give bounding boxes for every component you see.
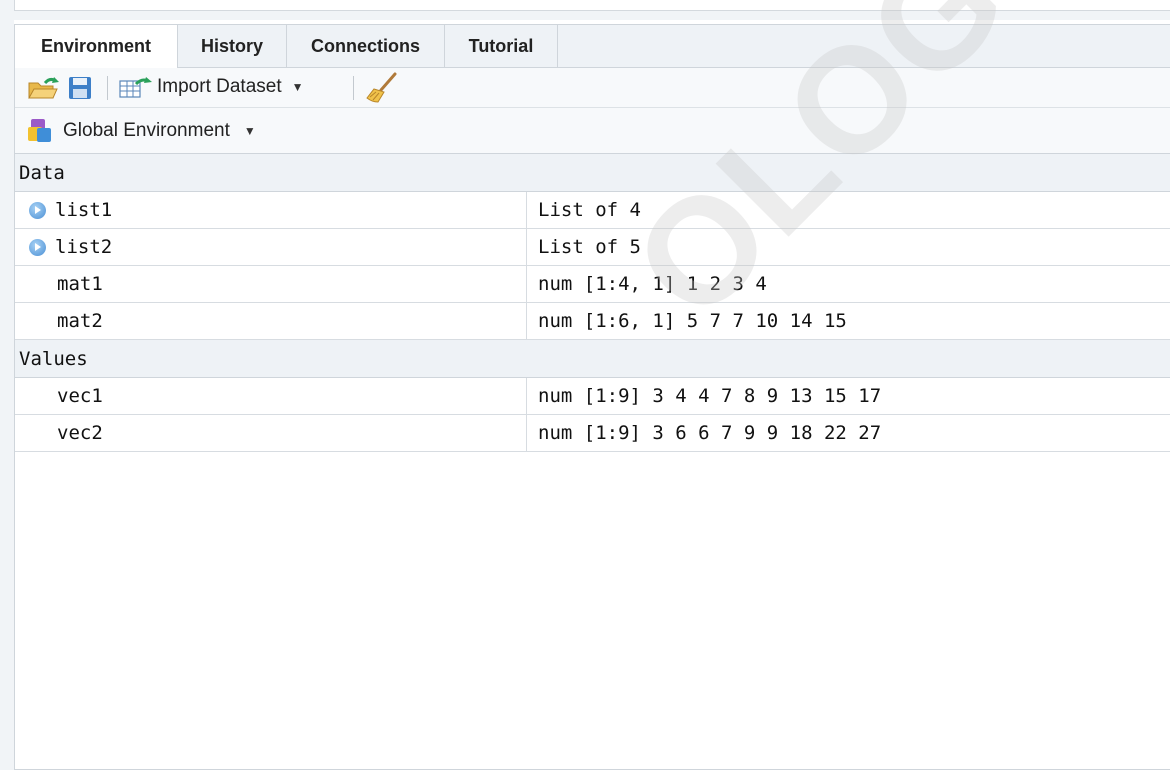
table-row[interactable]: mat2 num [1:6, 1] 5 7 7 10 14 15 — [15, 303, 1170, 340]
import-dataset-label: Import Dataset — [157, 76, 282, 97]
variable-name: list1 — [55, 199, 113, 221]
tab-connections[interactable]: Connections — [287, 25, 445, 68]
variable-name: vec1 — [57, 385, 103, 407]
variable-value: num [1:9] 3 6 6 7 9 9 18 22 27 — [526, 415, 1170, 451]
table-row[interactable]: vec1 num [1:9] 3 4 4 7 8 9 13 15 17 — [15, 378, 1170, 415]
table-row[interactable]: list1 List of 4 — [15, 192, 1170, 229]
import-table-icon — [119, 77, 152, 98]
variable-value: List of 5 — [526, 229, 1170, 265]
environment-selector[interactable]: Global Environment ▼ — [27, 118, 256, 144]
chevron-down-icon: ▼ — [291, 80, 304, 94]
environment-icon — [28, 119, 51, 142]
variable-name: vec2 — [57, 422, 103, 444]
toolbar-separator — [107, 76, 108, 100]
variable-name: mat2 — [57, 310, 103, 332]
left-gutter — [0, 0, 14, 770]
variable-name: list2 — [55, 236, 113, 258]
table-row[interactable]: vec2 num [1:9] 3 6 6 7 9 9 18 22 27 — [15, 415, 1170, 452]
save-disk-icon[interactable] — [68, 76, 92, 105]
environment-selector-bar: Global Environment ▼ — [15, 108, 1170, 154]
pane-tabbar: Environment History Connections Tutorial — [15, 25, 1170, 69]
variable-value: List of 4 — [526, 192, 1170, 228]
variable-name: mat1 — [57, 273, 103, 295]
environment-toolbar: Import Dataset ▼ — [15, 68, 1170, 108]
variable-value: num [1:4, 1] 1 2 3 4 — [526, 266, 1170, 302]
table-row[interactable]: list2 List of 5 — [15, 229, 1170, 266]
toolbar-separator — [353, 76, 354, 100]
import-dataset-button[interactable]: Import Dataset ▼ — [119, 75, 304, 99]
environment-pane: Environment History Connections Tutorial — [14, 24, 1170, 770]
upper-pane-edge — [14, 0, 1170, 11]
tab-history[interactable]: History — [178, 25, 287, 68]
tab-environment[interactable]: Environment — [15, 25, 178, 69]
tab-tutorial[interactable]: Tutorial — [445, 25, 558, 68]
broom-icon[interactable] — [365, 72, 399, 109]
open-folder-icon[interactable] — [27, 76, 61, 105]
variable-value: num [1:6, 1] 5 7 7 10 14 15 — [526, 303, 1170, 339]
environment-grid: Data list1 List of 4 list2 List of 5 mat… — [15, 154, 1170, 452]
chevron-down-icon: ▼ — [243, 124, 256, 138]
section-header-values: Values — [15, 340, 1170, 378]
expand-arrow-icon[interactable] — [29, 239, 46, 256]
variable-value: num [1:9] 3 4 4 7 8 9 13 15 17 — [526, 378, 1170, 414]
environment-selector-label: Global Environment — [63, 120, 230, 141]
expand-arrow-icon[interactable] — [29, 202, 46, 219]
section-header-data: Data — [15, 154, 1170, 192]
table-row[interactable]: mat1 num [1:4, 1] 1 2 3 4 — [15, 266, 1170, 303]
